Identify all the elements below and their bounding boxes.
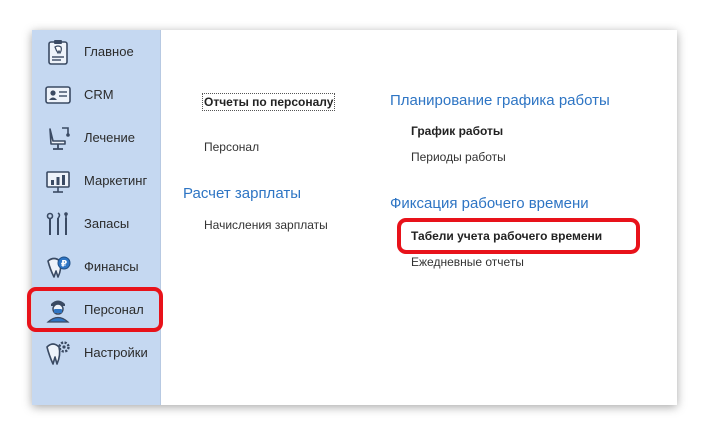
id-card-icon xyxy=(44,81,72,109)
sidebar-item-crm[interactable]: CRM xyxy=(32,77,161,113)
sidebar-item-label: Запасы xyxy=(84,216,130,231)
schedule-group-title: Планирование графика работы xyxy=(390,92,610,109)
timesheets-link[interactable]: Табели учета рабочего времени xyxy=(411,229,602,243)
sidebar-item-settings[interactable]: Настройки xyxy=(32,335,161,371)
sidebar-item-label: Финансы xyxy=(84,259,139,274)
reports-by-personnel-link[interactable]: Отчеты по персоналу xyxy=(202,93,336,111)
sidebar-item-label: Главное xyxy=(84,44,134,59)
doctor-icon xyxy=(44,296,72,324)
sidebar-item-label: Маркетинг xyxy=(84,173,148,188)
dental-chair-icon xyxy=(44,124,72,152)
sidebar-item-marketing[interactable]: Маркетинг xyxy=(32,163,161,199)
sidebar-item-main[interactable]: Главное xyxy=(32,34,161,70)
salary-group-title: Расчет зарплаты xyxy=(183,185,301,202)
tooth-gear-icon xyxy=(44,339,72,367)
daily-reports-link[interactable]: Ежедневные отчеты xyxy=(411,255,524,269)
sidebar: Главное CRM Лечение Маркетинг Запасы ₽ Ф… xyxy=(32,30,161,405)
sidebar-item-stock[interactable]: Запасы xyxy=(32,206,161,242)
sidebar-item-label: CRM xyxy=(84,87,114,102)
sidebar-item-label: Лечение xyxy=(84,130,136,145)
work-periods-link[interactable]: Периоды работы xyxy=(411,150,506,164)
presentation-chart-icon xyxy=(44,167,72,195)
sidebar-item-label: Настройки xyxy=(84,345,148,360)
sidebar-item-label: Персонал xyxy=(84,302,144,317)
app-window: Главное CRM Лечение Маркетинг Запасы ₽ Ф… xyxy=(32,30,677,405)
personnel-link[interactable]: Персонал xyxy=(204,140,259,154)
salary-accruals-link[interactable]: Начисления зарплаты xyxy=(204,218,328,232)
svg-text:₽: ₽ xyxy=(61,260,67,270)
time-tracking-group-title: Фиксация рабочего времени xyxy=(390,195,589,212)
dental-tools-icon xyxy=(44,210,72,238)
tooth-clipboard-icon xyxy=(44,38,72,66)
sidebar-item-treatment[interactable]: Лечение xyxy=(32,120,161,156)
work-schedule-link[interactable]: График работы xyxy=(411,124,503,138)
tooth-coin-icon: ₽ xyxy=(44,253,72,281)
sidebar-item-finance[interactable]: ₽ Финансы xyxy=(32,249,161,285)
sidebar-item-personnel[interactable]: Персонал xyxy=(32,292,161,328)
personnel-section-panel: Отчеты по персоналу Персонал Расчет зарп… xyxy=(162,30,677,405)
